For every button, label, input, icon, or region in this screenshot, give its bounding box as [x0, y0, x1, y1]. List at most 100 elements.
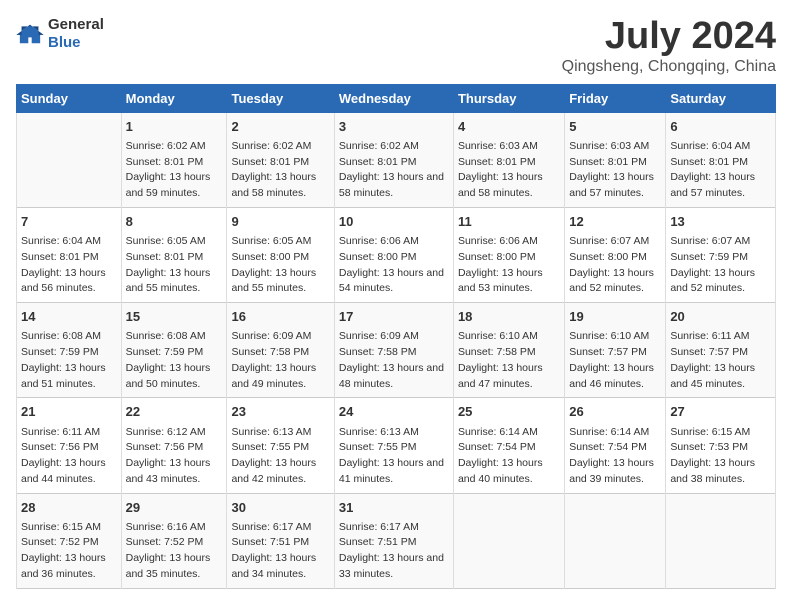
day-cell: 7 Sunrise: 6:04 AMSunset: 8:01 PMDaylight…	[17, 207, 122, 302]
day-number: 23	[231, 403, 329, 421]
header-cell-wednesday: Wednesday	[334, 84, 453, 112]
day-cell: 24Sunrise: 6:13 AMSunset: 7:55 PMDayligh…	[334, 398, 453, 493]
day-cell: 30 Sunrise: 6:17 AMSunset: 7:51 PMDayligh…	[227, 493, 334, 588]
day-cell	[17, 112, 122, 207]
day-cell: 2Sunrise: 6:02 AMSunset: 8:01 PMDaylight…	[227, 112, 334, 207]
day-cell	[565, 493, 666, 588]
day-number: 27	[670, 403, 771, 421]
calendar-header: SundayMondayTuesdayWednesdayThursdayFrid…	[17, 84, 776, 112]
day-cell: 22Sunrise: 6:12 AMSunset: 7:56 PMDayligh…	[121, 398, 227, 493]
day-number: 6	[670, 118, 771, 136]
day-info: Sunrise: 6:15 AMSunset: 7:52 PMDaylight:…	[21, 520, 117, 583]
week-row-3: 14 Sunrise: 6:08 AMSunset: 7:59 PMDayligh…	[17, 303, 776, 398]
day-info: Sunrise: 6:12 AMSunset: 7:56 PMDaylight:…	[126, 425, 223, 488]
day-info: Sunrise: 6:06 AMSunset: 8:00 PMDaylight:…	[458, 234, 560, 297]
day-info: Sunrise: 6:09 AMSunset: 7:58 PMDaylight:…	[339, 329, 449, 392]
header-cell-saturday: Saturday	[666, 84, 776, 112]
day-number: 15	[126, 308, 223, 326]
day-number: 12	[569, 213, 661, 231]
week-row-5: 28 Sunrise: 6:15 AMSunset: 7:52 PMDayligh…	[17, 493, 776, 588]
day-cell: 3 Sunrise: 6:02 AMSunset: 8:01 PMDaylight…	[334, 112, 453, 207]
header-cell-friday: Friday	[565, 84, 666, 112]
day-info: Sunrise: 6:11 AMSunset: 7:56 PMDaylight:…	[21, 425, 117, 488]
day-number: 18	[458, 308, 560, 326]
day-number: 11	[458, 213, 560, 231]
day-info: Sunrise: 6:09 AMSunset: 7:58 PMDaylight:…	[231, 329, 329, 392]
day-info: Sunrise: 6:07 AMSunset: 8:00 PMDaylight:…	[569, 234, 661, 297]
day-cell: 6Sunrise: 6:04 AMSunset: 8:01 PMDaylight…	[666, 112, 776, 207]
day-number: 17	[339, 308, 449, 326]
day-number: 5	[569, 118, 661, 136]
calendar-table: SundayMondayTuesdayWednesdayThursdayFrid…	[16, 84, 776, 589]
day-number: 16	[231, 308, 329, 326]
title-area: July 2024 Qingsheng, Chongqing, China	[562, 16, 776, 76]
day-cell: 31 Sunrise: 6:17 AMSunset: 7:51 PMDayligh…	[334, 493, 453, 588]
day-info: Sunrise: 6:10 AMSunset: 7:57 PMDaylight:…	[569, 329, 661, 392]
header-row: SundayMondayTuesdayWednesdayThursdayFrid…	[17, 84, 776, 112]
day-info: Sunrise: 6:13 AMSunset: 7:55 PMDaylight:…	[231, 425, 329, 488]
day-number: 3	[339, 118, 449, 136]
day-info: Sunrise: 6:13 AMSunset: 7:55 PMDaylight:…	[339, 425, 449, 488]
day-number: 14	[21, 308, 117, 326]
day-cell: 21 Sunrise: 6:11 AMSunset: 7:56 PMDayligh…	[17, 398, 122, 493]
day-info: Sunrise: 6:06 AMSunset: 8:00 PMDaylight:…	[339, 234, 449, 297]
day-number: 4	[458, 118, 560, 136]
subtitle: Qingsheng, Chongqing, China	[562, 58, 776, 76]
day-cell: 1Sunrise: 6:02 AMSunset: 8:01 PMDaylight…	[121, 112, 227, 207]
day-info: Sunrise: 6:03 AMSunset: 8:01 PMDaylight:…	[458, 139, 560, 202]
header: General Blue July 2024 Qingsheng, Chongq…	[16, 16, 776, 76]
day-number: 8	[126, 213, 223, 231]
day-info: Sunrise: 6:16 AMSunset: 7:52 PMDaylight:…	[126, 520, 223, 583]
day-cell	[453, 493, 564, 588]
day-number: 1	[126, 118, 223, 136]
day-info: Sunrise: 6:17 AMSunset: 7:51 PMDaylight:…	[231, 520, 329, 583]
day-cell: 5Sunrise: 6:03 AMSunset: 8:01 PMDaylight…	[565, 112, 666, 207]
day-cell: 20 Sunrise: 6:11 AMSunset: 7:57 PMDayligh…	[666, 303, 776, 398]
day-info: Sunrise: 6:11 AMSunset: 7:57 PMDaylight:…	[670, 329, 771, 392]
day-number: 20	[670, 308, 771, 326]
day-number: 28	[21, 499, 117, 517]
day-number: 19	[569, 308, 661, 326]
day-cell: 18Sunrise: 6:10 AMSunset: 7:58 PMDayligh…	[453, 303, 564, 398]
day-number: 9	[231, 213, 329, 231]
day-number: 31	[339, 499, 449, 517]
day-cell: 10 Sunrise: 6:06 AMSunset: 8:00 PMDayligh…	[334, 207, 453, 302]
day-info: Sunrise: 6:04 AMSunset: 8:01 PMDaylight:…	[21, 234, 117, 297]
day-cell: 27 Sunrise: 6:15 AMSunset: 7:53 PMDayligh…	[666, 398, 776, 493]
day-info: Sunrise: 6:14 AMSunset: 7:54 PMDaylight:…	[569, 425, 661, 488]
day-number: 21	[21, 403, 117, 421]
day-number: 29	[126, 499, 223, 517]
week-row-4: 21 Sunrise: 6:11 AMSunset: 7:56 PMDayligh…	[17, 398, 776, 493]
day-info: Sunrise: 6:15 AMSunset: 7:53 PMDaylight:…	[670, 425, 771, 488]
day-cell: 25 Sunrise: 6:14 AMSunset: 7:54 PMDayligh…	[453, 398, 564, 493]
day-cell: 4 Sunrise: 6:03 AMSunset: 8:01 PMDaylight…	[453, 112, 564, 207]
day-cell: 29 Sunrise: 6:16 AMSunset: 7:52 PMDayligh…	[121, 493, 227, 588]
day-number: 13	[670, 213, 771, 231]
week-row-2: 7 Sunrise: 6:04 AMSunset: 8:01 PMDaylight…	[17, 207, 776, 302]
logo-icon	[16, 23, 44, 45]
day-cell: 8Sunrise: 6:05 AMSunset: 8:01 PMDaylight…	[121, 207, 227, 302]
day-info: Sunrise: 6:14 AMSunset: 7:54 PMDaylight:…	[458, 425, 560, 488]
day-cell: 19 Sunrise: 6:10 AMSunset: 7:57 PMDayligh…	[565, 303, 666, 398]
header-cell-thursday: Thursday	[453, 84, 564, 112]
day-info: Sunrise: 6:02 AMSunset: 8:01 PMDaylight:…	[339, 139, 449, 202]
day-info: Sunrise: 6:08 AMSunset: 7:59 PMDaylight:…	[21, 329, 117, 392]
day-cell: 28 Sunrise: 6:15 AMSunset: 7:52 PMDayligh…	[17, 493, 122, 588]
header-cell-sunday: Sunday	[17, 84, 122, 112]
main-title: July 2024	[562, 16, 776, 58]
header-cell-tuesday: Tuesday	[227, 84, 334, 112]
day-cell: 11 Sunrise: 6:06 AMSunset: 8:00 PMDayligh…	[453, 207, 564, 302]
day-info: Sunrise: 6:17 AMSunset: 7:51 PMDaylight:…	[339, 520, 449, 583]
day-number: 30	[231, 499, 329, 517]
day-number: 7	[21, 213, 117, 231]
day-cell: 9Sunrise: 6:05 AMSunset: 8:00 PMDaylight…	[227, 207, 334, 302]
day-info: Sunrise: 6:07 AMSunset: 7:59 PMDaylight:…	[670, 234, 771, 297]
day-number: 25	[458, 403, 560, 421]
day-cell: 13 Sunrise: 6:07 AMSunset: 7:59 PMDayligh…	[666, 207, 776, 302]
day-number: 10	[339, 213, 449, 231]
day-number: 26	[569, 403, 661, 421]
day-cell: 14 Sunrise: 6:08 AMSunset: 7:59 PMDayligh…	[17, 303, 122, 398]
calendar-body: 1 Sunrise: 6:02 AMSunset: 8:01 PMDaylight…	[17, 112, 776, 588]
day-cell: 23 Sunrise: 6:13 AMSunset: 7:55 PMDayligh…	[227, 398, 334, 493]
header-cell-monday: Monday	[121, 84, 227, 112]
